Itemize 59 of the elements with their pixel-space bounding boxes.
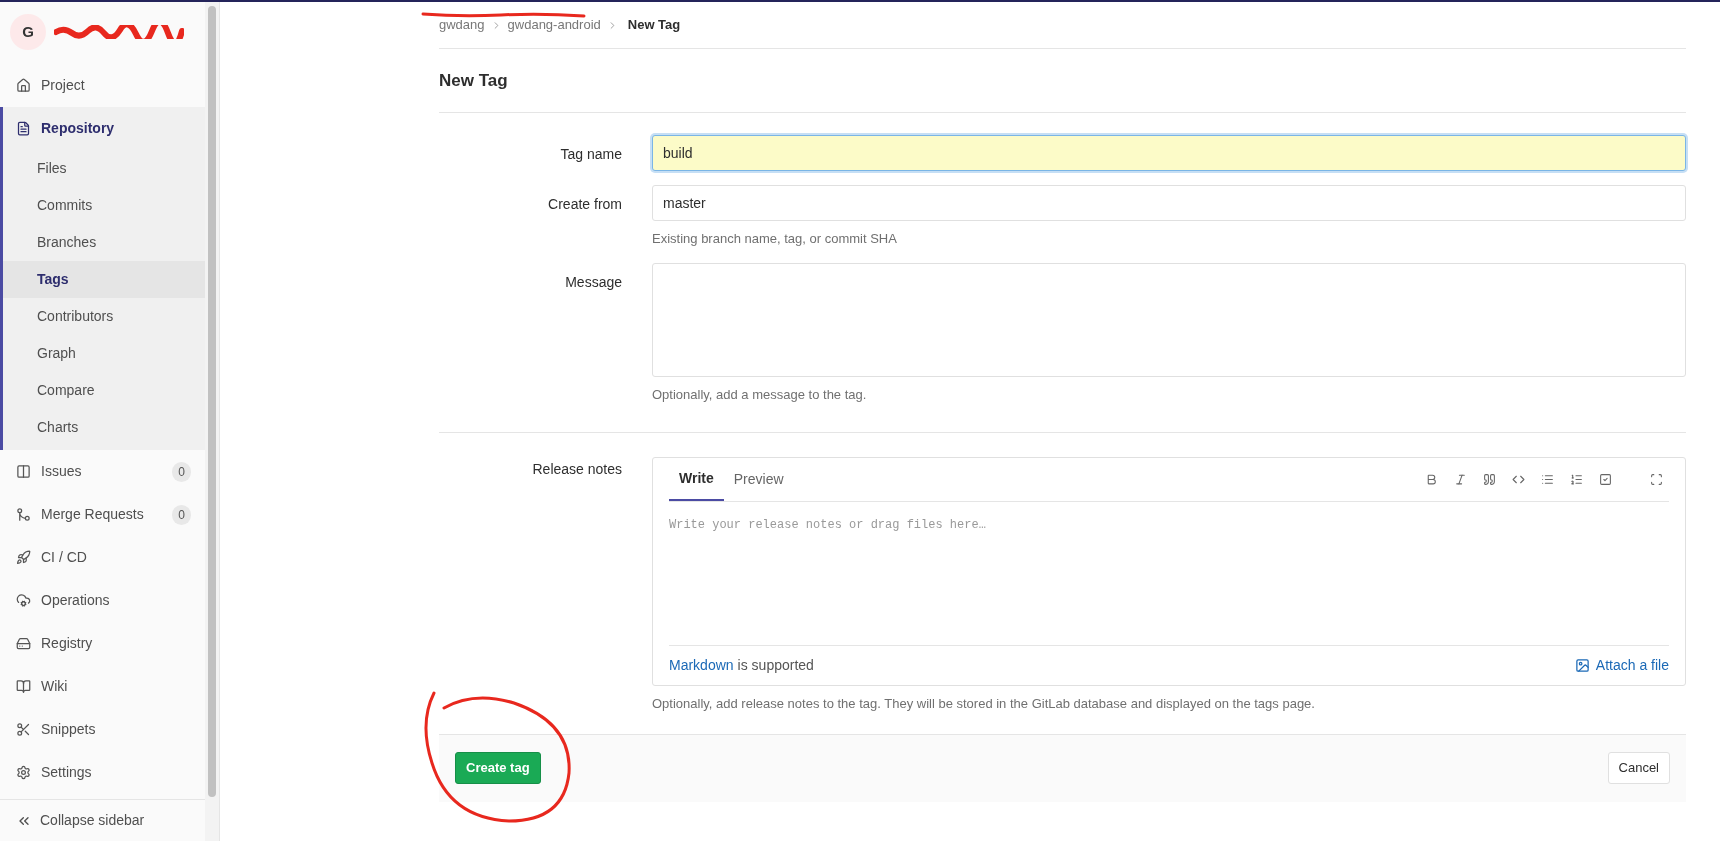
merge-icon <box>16 507 31 522</box>
breadcrumb-current: New Tag <box>627 16 681 35</box>
scissors-icon <box>16 722 31 737</box>
italic-icon[interactable] <box>1454 473 1467 486</box>
sidebar-subitem[interactable]: Charts <box>3 409 205 446</box>
bullet-list-icon[interactable] <box>1541 473 1554 486</box>
rocket-icon <box>16 550 31 565</box>
sidebar-item[interactable]: Snippets <box>3 708 205 751</box>
book-icon <box>16 679 31 694</box>
cancel-button[interactable]: Cancel <box>1607 752 1670 784</box>
sidebar-item[interactable]: CI / CD <box>3 536 205 579</box>
checkbox-icon[interactable] <box>1599 473 1612 486</box>
markdown-link[interactable]: Markdown <box>669 655 734 676</box>
field-label: Tag name <box>559 145 622 164</box>
fullscreen-icon[interactable] <box>1650 473 1663 486</box>
help-text: Existing branch name, tag, or commit SHA <box>652 230 898 248</box>
sidebar-item[interactable]: Repository <box>3 107 205 150</box>
bold-icon[interactable] <box>1425 473 1438 486</box>
breadcrumb-link[interactable]: gwdang-android <box>507 15 601 35</box>
text-field[interactable]: master <box>652 185 1686 221</box>
settings-icon <box>16 765 31 780</box>
editor-tab[interactable]: Write <box>669 458 724 501</box>
sidebar-subitem[interactable]: Commits <box>3 187 205 224</box>
markdown-note: is supported <box>737 656 814 675</box>
cloud-gear-icon <box>16 593 31 608</box>
code-icon[interactable] <box>1512 473 1525 486</box>
sidebar-item[interactable]: Merge Requests 0 <box>3 493 205 536</box>
quote-icon[interactable] <box>1483 473 1496 486</box>
help-text: Optionally, add release notes to the tag. They will be stored in the GitLab database and displayed on the tags page. <box>652 695 1316 713</box>
help-text: Optionally, add a message to the tag. <box>652 385 868 404</box>
sidebar-subitem[interactable]: Compare <box>3 372 205 409</box>
document-icon <box>16 121 31 136</box>
sidebar-item[interactable]: Issues 0 <box>3 450 205 493</box>
field-label: Create from <box>547 195 622 214</box>
numbered-list-icon[interactable] <box>1570 473 1583 486</box>
attach-file-link[interactable]: Attach a file <box>1574 655 1669 676</box>
sidebar-item[interactable]: Settings <box>3 751 205 794</box>
editor-tab[interactable]: Preview <box>723 458 794 501</box>
sidebar-subitem[interactable]: Branches <box>3 224 205 261</box>
sidebar-subitem[interactable]: Graph <box>3 335 205 372</box>
sidebar-subitem[interactable]: Tags <box>3 261 205 298</box>
project-avatar[interactable]: G <box>10 14 46 50</box>
sidebar-subitem[interactable]: Contributors <box>3 298 205 335</box>
field-label: Release notes <box>531 460 622 479</box>
drive-icon <box>16 636 31 651</box>
home-icon <box>16 78 31 93</box>
sidebar-item[interactable]: Project <box>3 64 205 107</box>
image-icon <box>1574 658 1590 673</box>
text-field[interactable]: build <box>652 135 1686 171</box>
breadcrumb-link[interactable]: gwdang <box>439 15 485 35</box>
page-title: New Tag <box>439 69 508 92</box>
field-label: Message <box>564 272 622 292</box>
sidebar-item[interactable]: Wiki <box>3 665 205 708</box>
sidebar-subitem[interactable]: Files <box>3 150 205 187</box>
count-badge: 0 <box>172 504 191 525</box>
sidebar-item[interactable]: Registry <box>3 622 205 665</box>
count-badge: 0 <box>172 461 191 482</box>
issues-icon <box>16 464 31 479</box>
sidebar-item[interactable]: Operations <box>3 579 205 622</box>
